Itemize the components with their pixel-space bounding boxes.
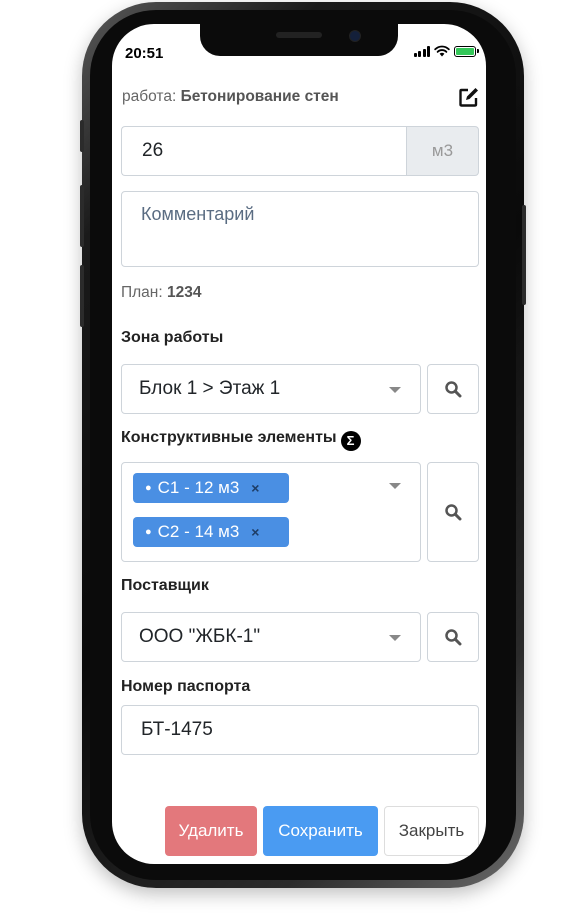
volume-down-button — [80, 265, 84, 327]
tag-bullet: ● — [145, 526, 152, 538]
notch — [200, 24, 398, 56]
search-icon — [445, 629, 462, 646]
save-button[interactable]: Сохранить — [263, 806, 378, 856]
status-time: 20:51 — [125, 45, 164, 62]
edit-icon[interactable] — [458, 86, 480, 108]
comment-placeholder: Комментарий — [141, 204, 255, 224]
element-tag: ● С2 - 14 м3 × — [133, 517, 289, 547]
supplier-search-button[interactable] — [427, 612, 479, 662]
supplier-selected: ООО "ЖБК-1" — [139, 626, 261, 647]
chevron-down-icon — [389, 635, 401, 641]
delete-button[interactable]: Удалить — [165, 806, 257, 856]
chevron-down-icon — [389, 387, 401, 393]
work-title: работа: Бетонирование стен — [122, 88, 339, 106]
supplier-label: Поставщик — [121, 577, 209, 594]
comment-textarea[interactable]: Комментарий — [121, 191, 479, 267]
silent-switch — [80, 120, 84, 152]
work-prefix: работа: — [122, 88, 177, 105]
signal-icon — [413, 45, 430, 57]
zone-search-button[interactable] — [427, 364, 479, 414]
volume-up-button — [80, 185, 84, 247]
wifi-icon — [434, 45, 450, 57]
close-button[interactable]: Закрыть — [384, 806, 479, 856]
power-button — [522, 205, 526, 305]
elements-label: Конструктивные элементы Σ — [121, 429, 361, 451]
battery-icon — [454, 45, 479, 57]
elements-search-button[interactable] — [427, 462, 479, 562]
quantity-input[interactable]: 26 — [121, 126, 406, 176]
elements-multiselect[interactable]: ● С1 - 12 м3 × ● С2 - 14 м3 × — [121, 462, 421, 562]
passport-input[interactable]: БТ-1475 — [121, 705, 479, 755]
tag-remove-button[interactable]: × — [251, 480, 259, 496]
plan-line: План: 1234 — [121, 284, 201, 302]
tag-bullet: ● — [145, 482, 152, 494]
app-screen: 20:51 работа: Бетонирование стен 26 м3 К… — [112, 24, 486, 864]
quantity-unit: м3 — [406, 126, 479, 176]
plan-label: План: — [121, 284, 163, 301]
chevron-down-icon — [389, 483, 401, 489]
elements-label-text: Конструктивные элементы — [121, 429, 337, 446]
sigma-icon[interactable]: Σ — [340, 431, 361, 451]
search-icon — [445, 504, 462, 521]
tag-remove-button[interactable]: × — [251, 524, 259, 540]
passport-value: БТ-1475 — [141, 719, 213, 740]
tag-label: С2 - 14 м3 — [157, 522, 240, 541]
quantity-input-group: 26 м3 — [121, 126, 479, 176]
zone-selected: Блок 1 > Этаж 1 — [139, 378, 281, 399]
passport-label: Номер паспорта — [121, 678, 251, 695]
zone-select[interactable]: Блок 1 > Этаж 1 — [121, 364, 421, 414]
plan-value: 1234 — [166, 284, 202, 301]
zone-label: Зона работы — [121, 329, 224, 346]
front-camera — [349, 30, 361, 42]
status-icons — [413, 45, 479, 57]
search-icon — [445, 381, 462, 398]
speaker — [276, 32, 322, 38]
supplier-select[interactable]: ООО "ЖБК-1" — [121, 612, 421, 662]
element-tag: ● С1 - 12 м3 × — [133, 473, 289, 503]
tag-label: С1 - 12 м3 — [157, 478, 240, 497]
work-name: Бетонирование стен — [180, 88, 339, 105]
